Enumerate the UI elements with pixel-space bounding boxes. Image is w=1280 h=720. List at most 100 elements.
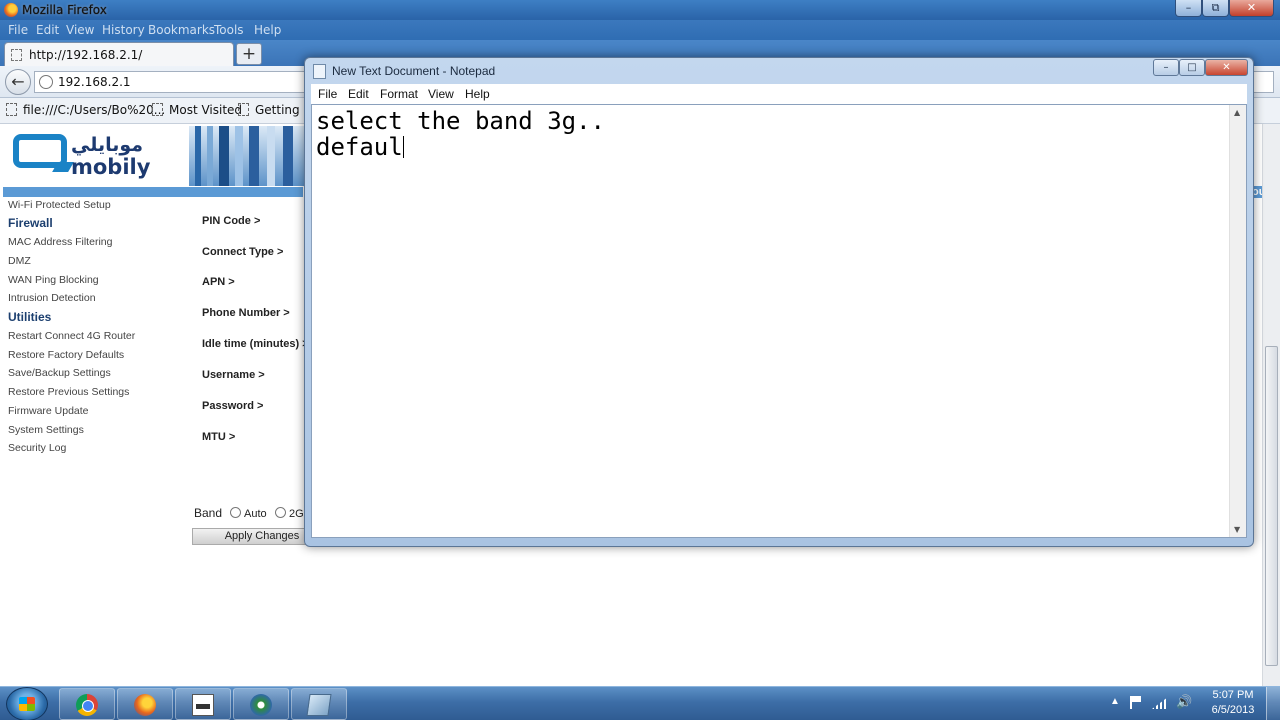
notepad-text: select the band 3g.. defaul: [316, 108, 605, 160]
scrollbar-thumb[interactable]: [1265, 346, 1278, 666]
notepad-title: New Text Document - Notepad: [332, 64, 496, 78]
mobily-banner: موبايلي mobily: [3, 126, 309, 186]
banner-graphic: [189, 126, 309, 186]
close-button[interactable]: ✕: [1229, 0, 1274, 17]
network-signal-icon[interactable]: [1152, 697, 1168, 709]
text-line-2: defaul: [316, 133, 403, 161]
system-tray: ▲ 🔊 5:07 PM 6/5/2013: [1104, 687, 1280, 720]
sidebar-item-security-log[interactable]: Security Log: [8, 442, 66, 454]
mtu-label: MTU >: [202, 431, 236, 443]
notepad-menu-bar: File Edit Format View Help: [311, 84, 1247, 104]
scroll-down-icon[interactable]: ▼: [1234, 525, 1240, 534]
page-scrollbar[interactable]: [1262, 124, 1280, 686]
apn-label: APN >: [202, 276, 235, 288]
menu-help[interactable]: Help: [254, 23, 281, 37]
notepad-menu-file[interactable]: File: [318, 87, 337, 101]
page-icon: [152, 103, 163, 116]
windows-logo-icon: [19, 697, 35, 711]
sidebar-item-dmz[interactable]: DMZ: [8, 255, 31, 267]
taskbar-document[interactable]: [175, 688, 231, 720]
show-desktop-button[interactable]: [1266, 687, 1280, 720]
taskbar-notepad[interactable]: [291, 688, 347, 720]
menu-view[interactable]: View: [66, 23, 94, 37]
password-label: Password >: [202, 400, 264, 412]
notepad-icon: [306, 694, 332, 716]
action-center-flag-icon[interactable]: [1130, 696, 1142, 709]
page-icon: [6, 103, 17, 116]
notepad-window: New Text Document - Notepad – □ ✕ File E…: [304, 57, 1254, 547]
pin-code-label: PIN Code >: [202, 215, 261, 227]
show-hidden-icons-icon[interactable]: ▲: [1110, 696, 1120, 707]
new-tab-button[interactable]: +: [236, 43, 262, 65]
taskbar-firefox[interactable]: [117, 688, 173, 720]
bookmark-most-visited[interactable]: Most Visited: [152, 103, 242, 117]
notepad-menu-edit[interactable]: Edit: [348, 87, 369, 101]
sidebar-heading-utilities[interactable]: Utilities: [8, 310, 51, 324]
taskbar-chrome[interactable]: [59, 688, 115, 720]
volume-icon[interactable]: 🔊: [1176, 694, 1192, 710]
internet-download-icon: [250, 694, 272, 716]
globe-icon: [39, 75, 53, 89]
bookmark-label: Most Visited: [169, 103, 243, 117]
firefox-title-bar[interactable]: Mozilla Firefox – ⧉ ✕: [0, 0, 1280, 20]
username-label: Username >: [202, 369, 265, 381]
notepad-icon: [313, 64, 326, 79]
mobily-logo-icon: [13, 134, 67, 168]
text-line-1: select the band 3g..: [316, 107, 605, 135]
url-text: 192.168.2.1: [58, 75, 131, 89]
menu-edit[interactable]: Edit: [36, 23, 59, 37]
band-2g-radio[interactable]: [275, 507, 286, 518]
sidebar-item-restore-previous[interactable]: Restore Previous Settings: [8, 386, 129, 398]
bookmark-label: file:///C:/Users/Bo%20...: [23, 103, 166, 117]
notepad-minimize-button[interactable]: –: [1153, 59, 1179, 76]
sidebar-item-factory-defaults[interactable]: Restore Factory Defaults: [8, 349, 124, 361]
idle-time-label: Idle time (minutes) >: [202, 338, 309, 350]
sidebar-item-firmware[interactable]: Firmware Update: [8, 405, 89, 417]
connect-type-label: Connect Type >: [202, 246, 284, 258]
sidebar-item-system-settings[interactable]: System Settings: [8, 424, 84, 436]
back-button[interactable]: ←: [5, 69, 31, 95]
phone-number-label: Phone Number >: [202, 307, 290, 319]
taskbar-download-manager[interactable]: [233, 688, 289, 720]
menu-bookmarks[interactable]: Bookmarks: [148, 23, 215, 37]
sidebar-item-intrusion[interactable]: Intrusion Detection: [8, 292, 96, 304]
sidebar-heading-firewall[interactable]: Firewall: [8, 216, 53, 230]
sidebar-item-wps[interactable]: Wi-Fi Protected Setup: [8, 199, 111, 211]
menu-tools[interactable]: Tools: [214, 23, 244, 37]
page-icon: [238, 103, 249, 116]
firefox-menu-bar: File Edit View History Bookmarks Tools H…: [0, 20, 1280, 40]
notepad-scrollbar[interactable]: ▲ ▼: [1229, 105, 1246, 537]
notepad-menu-help[interactable]: Help: [465, 87, 490, 101]
notepad-menu-view[interactable]: View: [428, 87, 454, 101]
menu-file[interactable]: File: [8, 23, 28, 37]
bookmark-file[interactable]: file:///C:/Users/Bo%20...: [6, 103, 165, 117]
sidebar-item-backup[interactable]: Save/Backup Settings: [8, 367, 111, 379]
text-caret: [402, 136, 404, 158]
menu-history[interactable]: History: [102, 23, 145, 37]
firefox-icon: [134, 694, 156, 716]
sidebar-item-restart[interactable]: Restart Connect 4G Router: [8, 330, 135, 342]
tab-router-page[interactable]: http://192.168.2.1/: [4, 42, 234, 66]
notepad-close-button[interactable]: ✕: [1205, 59, 1248, 76]
logo-arabic-text: موبايلي: [71, 134, 144, 156]
start-button[interactable]: [6, 687, 48, 720]
banner-stripe: [3, 187, 303, 197]
sidebar-item-wan-ping[interactable]: WAN Ping Blocking: [8, 274, 99, 286]
notepad-menu-format[interactable]: Format: [380, 87, 418, 101]
band-auto-label: Auto: [244, 508, 267, 520]
minimize-button[interactable]: –: [1175, 0, 1202, 17]
page-icon: [11, 49, 22, 61]
sidebar-item-mac-filtering[interactable]: MAC Address Filtering: [8, 236, 112, 248]
notepad-maximize-button[interactable]: □: [1179, 59, 1205, 76]
window-title: Mozilla Firefox: [22, 3, 107, 17]
scroll-up-icon[interactable]: ▲: [1234, 108, 1240, 117]
maximize-button[interactable]: ⧉: [1202, 0, 1229, 17]
firefox-logo-icon: [4, 3, 18, 17]
band-auto-radio[interactable]: [230, 507, 241, 518]
clock-time[interactable]: 5:07 PM: [1208, 689, 1258, 701]
logo-text: mobily: [71, 155, 151, 179]
clock-date[interactable]: 6/5/2013: [1204, 704, 1262, 716]
notepad-text-area[interactable]: select the band 3g.. defaul ▲ ▼: [311, 104, 1247, 538]
band-label: Band: [194, 506, 223, 520]
document-icon: [192, 694, 214, 716]
